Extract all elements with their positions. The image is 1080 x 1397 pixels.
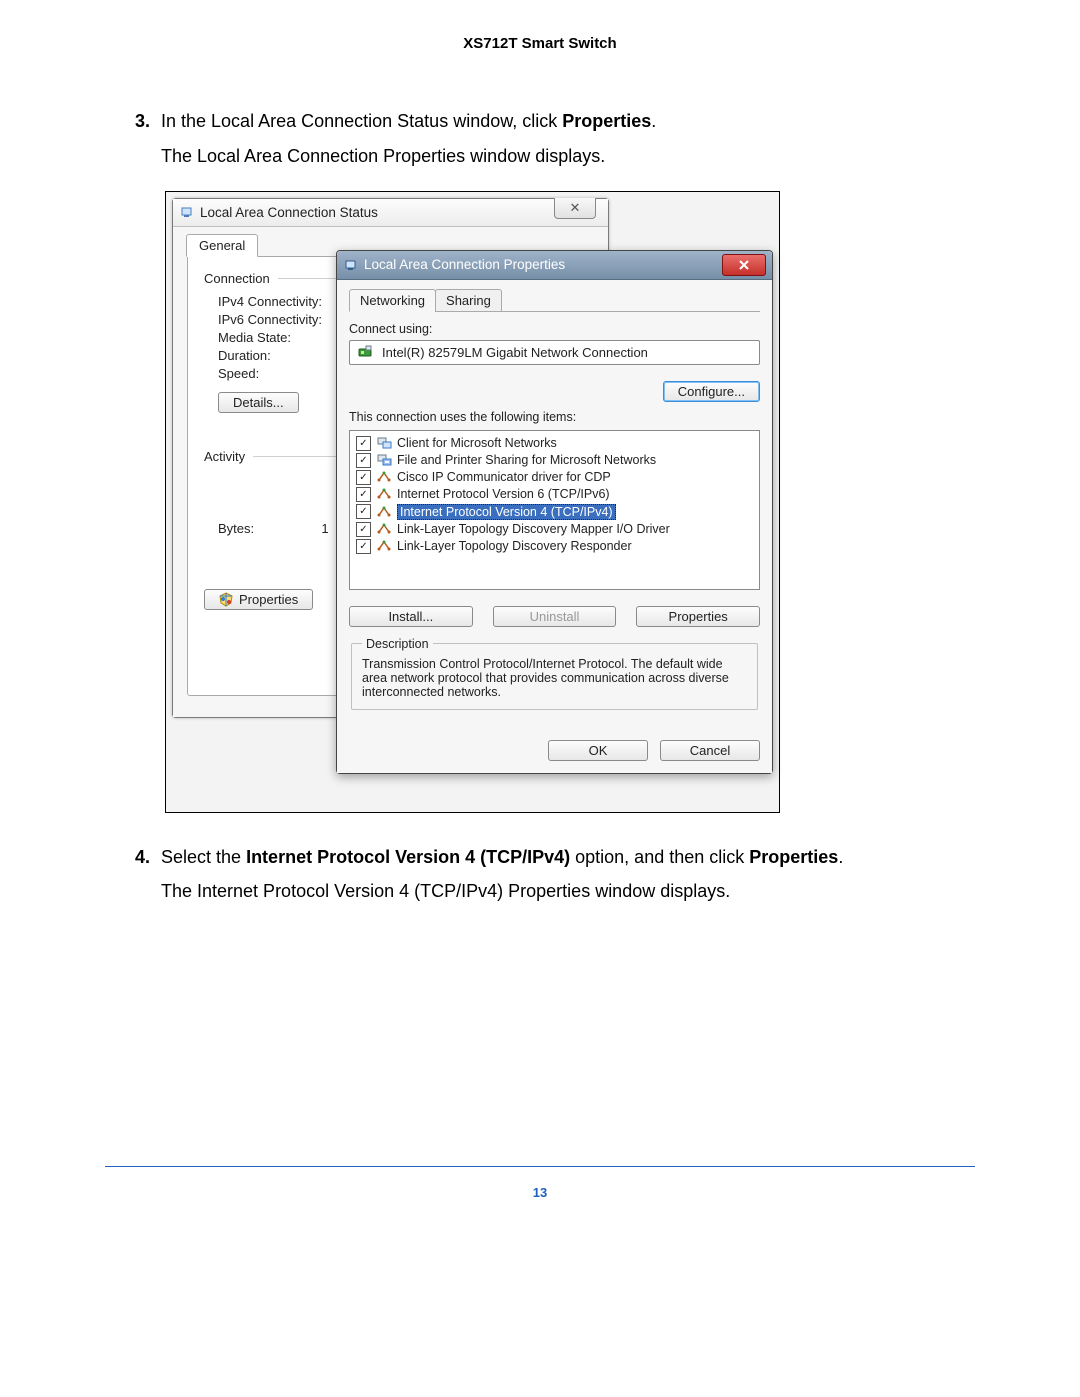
step-4-bold1: Internet Protocol Version 4 (TCP/IPv4)	[246, 847, 570, 867]
item-properties-button[interactable]: Properties	[636, 606, 760, 627]
nic-icon	[358, 345, 374, 359]
checkbox-icon[interactable]: ✓	[356, 436, 371, 451]
close-icon	[738, 259, 750, 271]
step-3-text: In the Local Area Connection Status wind…	[161, 107, 975, 136]
uninstall-button: Uninstall	[493, 606, 617, 627]
connection-label: Connection	[204, 271, 270, 286]
list-item-label: Internet Protocol Version 6 (TCP/IPv6)	[397, 487, 610, 501]
step-4: 4. Select the Internet Protocol Version …	[135, 843, 975, 872]
step-4-after: .	[838, 847, 843, 867]
description-text: Transmission Control Protocol/Internet P…	[362, 657, 747, 699]
ok-button[interactable]: OK	[548, 740, 648, 761]
items-label: This connection uses the following items…	[349, 410, 760, 424]
checkbox-icon[interactable]: ✓	[356, 504, 371, 519]
list-item[interactable]: ✓ Link-Layer Topology Discovery Responde…	[354, 538, 755, 555]
status-title: Local Area Connection Status	[200, 205, 378, 220]
step-3-bold: Properties	[562, 111, 651, 131]
protocol-icon	[377, 539, 393, 553]
step-4-bold2: Properties	[749, 847, 838, 867]
protocol-icon	[377, 470, 393, 484]
items-listbox[interactable]: ✓ Client for Microsoft Networks ✓ File a…	[349, 430, 760, 590]
list-item-label: Link-Layer Topology Discovery Responder	[397, 539, 632, 553]
step-3-text-after: .	[651, 111, 656, 131]
step-4-mid: option, and then click	[570, 847, 749, 867]
tab-networking[interactable]: Networking	[349, 289, 436, 312]
install-button[interactable]: Install...	[349, 606, 473, 627]
list-item-label: File and Printer Sharing for Microsoft N…	[397, 453, 656, 467]
step-4-text: Select the Internet Protocol Version 4 (…	[161, 843, 975, 872]
step-3: 3. In the Local Area Connection Status w…	[135, 107, 975, 136]
status-close-button[interactable]: ✕	[554, 198, 596, 219]
step-4-sub: The Internet Protocol Version 4 (TCP/IPv…	[161, 877, 975, 906]
client-icon	[377, 436, 393, 450]
list-item[interactable]: ✓ Cisco IP Communicator driver for CDP	[354, 469, 755, 486]
details-button[interactable]: Details...	[218, 392, 299, 413]
description-label: Description	[362, 637, 433, 651]
footer-rule	[105, 1166, 975, 1167]
step-3-sub: The Local Area Connection Properties win…	[161, 142, 975, 171]
list-item-label: Link-Layer Topology Discovery Mapper I/O…	[397, 522, 670, 536]
list-item-selected[interactable]: ✓ Internet Protocol Version 4 (TCP/IPv4)	[354, 503, 755, 521]
shield-icon	[219, 592, 234, 607]
page-header: XS712T Smart Switch	[105, 35, 975, 52]
list-item-label: Cisco IP Communicator driver for CDP	[397, 470, 611, 484]
list-item[interactable]: ✓ Link-Layer Topology Discovery Mapper I…	[354, 521, 755, 538]
adapter-field[interactable]: Intel(R) 82579LM Gigabit Network Connect…	[349, 340, 760, 365]
list-item[interactable]: ✓ File and Printer Sharing for Microsoft…	[354, 452, 755, 469]
tab-sharing[interactable]: Sharing	[435, 289, 502, 312]
step-4-text-before: Select the	[161, 847, 246, 867]
checkbox-icon[interactable]: ✓	[356, 453, 371, 468]
step-3-text-before: In the Local Area Connection Status wind…	[161, 111, 562, 131]
bytes-label: Bytes:	[218, 521, 254, 536]
list-item-label: Client for Microsoft Networks	[397, 436, 557, 450]
figure: Local Area Connection Status ✕ General C…	[165, 191, 780, 813]
list-item[interactable]: ✓ Internet Protocol Version 6 (TCP/IPv6)	[354, 486, 755, 503]
checkbox-icon[interactable]: ✓	[356, 539, 371, 554]
protocol-icon	[377, 487, 393, 501]
adapter-name: Intel(R) 82579LM Gigabit Network Connect…	[382, 345, 648, 360]
properties-titlebar: Local Area Connection Properties	[337, 251, 772, 280]
page-number: 13	[105, 1185, 975, 1200]
protocol-icon	[377, 522, 393, 536]
properties-close-button[interactable]	[722, 254, 766, 276]
protocol-icon	[377, 505, 393, 519]
step-4-number: 4.	[135, 843, 161, 872]
checkbox-icon[interactable]: ✓	[356, 522, 371, 537]
step-3-number: 3.	[135, 107, 161, 136]
status-properties-label: Properties	[239, 592, 298, 607]
configure-button[interactable]: Configure...	[663, 381, 760, 402]
checkbox-icon[interactable]: ✓	[356, 487, 371, 502]
connect-using-label: Connect using:	[349, 322, 760, 336]
status-properties-button[interactable]: Properties	[204, 589, 313, 610]
bytes-value: 1	[321, 521, 328, 536]
status-titlebar: Local Area Connection Status ✕	[173, 199, 608, 227]
checkbox-icon[interactable]: ✓	[356, 470, 371, 485]
cancel-button[interactable]: Cancel	[660, 740, 760, 761]
list-item[interactable]: ✓ Client for Microsoft Networks	[354, 435, 755, 452]
status-tab-general[interactable]: General	[186, 234, 258, 257]
network-icon	[343, 257, 358, 272]
properties-tabs: NetworkingSharing	[349, 288, 760, 312]
description-group: Description Transmission Control Protoco…	[351, 637, 758, 710]
network-icon	[179, 205, 194, 220]
properties-title: Local Area Connection Properties	[364, 257, 565, 272]
properties-window: Local Area Connection Properties Network…	[336, 250, 773, 774]
list-item-label: Internet Protocol Version 4 (TCP/IPv4)	[397, 504, 616, 520]
printer-icon	[377, 453, 393, 467]
activity-label: Activity	[204, 449, 245, 464]
